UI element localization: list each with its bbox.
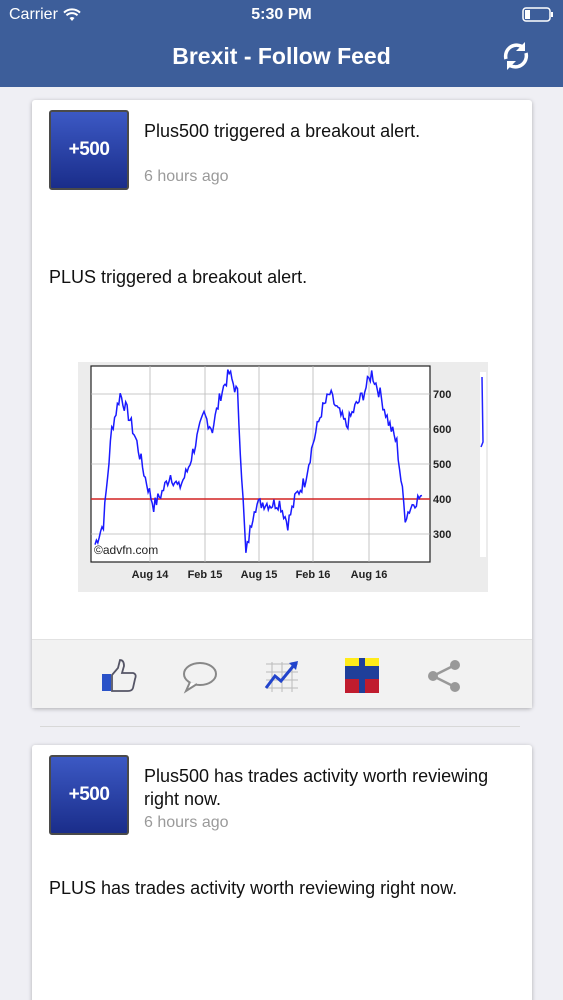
page-title: Brexit - Follow Feed (172, 43, 391, 69)
action-bar (32, 639, 532, 708)
x-tick-label: Feb 15 (188, 569, 223, 581)
chart-watermark: ©advfn.com (94, 543, 158, 557)
x-tick-label: Aug 14 (132, 569, 170, 581)
price-chart-svg: ©advfn.com Aug 14 Feb 15 Aug 15 Feb 16 Aug 1… (78, 362, 488, 592)
card-timestamp: 6 hours ago (144, 168, 229, 185)
status-time: 5:30 PM (251, 6, 312, 23)
y-tick-label: 400 (433, 494, 451, 506)
comment-icon[interactable] (180, 656, 220, 696)
feed-card[interactable]: +500 Plus500 has trades activity worth r… (32, 745, 532, 1000)
x-tick-label: Aug 16 (351, 569, 388, 581)
chart-icon[interactable] (262, 656, 302, 696)
y-tick-label: 300 (433, 529, 451, 541)
card-headline: Plus500 triggered a breakout alert. (144, 121, 421, 141)
y-tick-label: 600 (433, 424, 451, 436)
card-body: PLUS has trades activity worth reviewing… (49, 878, 458, 898)
price-chart: ©advfn.com Aug 14 Feb 15 Aug 15 Feb 16 Aug 1… (78, 362, 518, 592)
refresh-icon[interactable] (499, 39, 533, 73)
thumbs-up-icon[interactable] (100, 656, 140, 696)
feed-list[interactable]: +500 Plus500 triggered a breakout alert.… (0, 87, 563, 1000)
share-icon[interactable] (424, 656, 464, 696)
card-body: PLUS triggered a breakout alert. (49, 267, 308, 287)
feed-card[interactable]: +500 Plus500 triggered a breakout alert.… (32, 100, 532, 708)
plus500-logo[interactable]: +500 (49, 110, 129, 190)
x-tick-label: Feb 16 (296, 569, 331, 581)
card-divider (40, 726, 520, 727)
top-bar: Carrier 5:30 PM Brexit - Follow Feed (0, 0, 563, 87)
plus500-logo[interactable]: +500 (49, 755, 129, 835)
bar-icon[interactable] (342, 656, 382, 696)
card-headline: Plus500 has trades activity worth review… (144, 766, 489, 809)
y-tick-label: 500 (433, 459, 451, 471)
x-tick-label: Aug 15 (241, 569, 278, 581)
card-timestamp: 6 hours ago (144, 814, 229, 831)
y-tick-label: 700 (433, 389, 451, 401)
battery-icon (522, 7, 553, 22)
